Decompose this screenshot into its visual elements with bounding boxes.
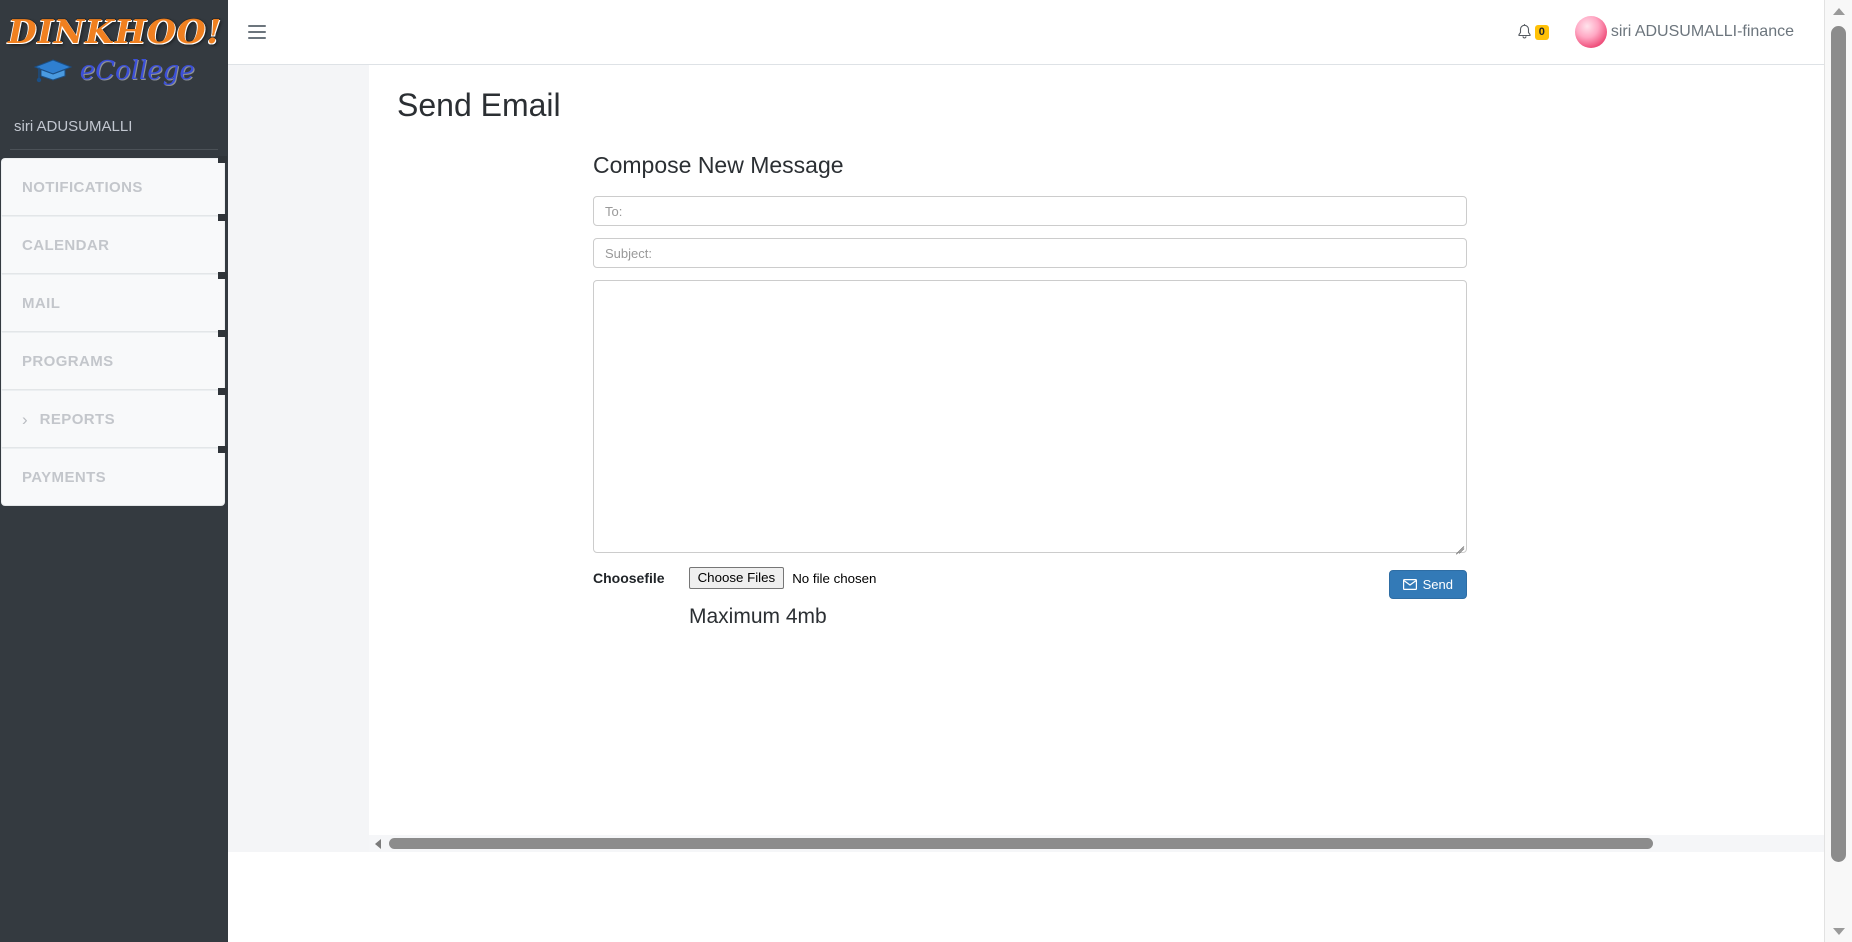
nav-notch <box>218 330 227 337</box>
sidebar-item-label: PAYMENTS <box>22 468 107 486</box>
sidebar-item-reports[interactable]: › REPORTS <box>1 388 227 448</box>
send-button[interactable]: Send <box>1388 569 1467 599</box>
sidebar-item-payments[interactable]: PAYMENTS <box>1 446 227 506</box>
app-logo[interactable]: DINKHOO! eCollege <box>0 0 228 112</box>
vertical-scrollbar[interactable] <box>1824 0 1852 942</box>
sidebar-nav: NOTIFICATIONS CALENDAR MAIL PROGRAMS › R… <box>0 156 228 506</box>
top-header: 0 siri ADUSUMALLI-finance <box>228 0 1824 65</box>
sidebar-item-mail[interactable]: MAIL <box>1 272 227 332</box>
resize-handle-icon[interactable] <box>1452 538 1465 555</box>
horizontal-scrollbar[interactable] <box>369 835 1835 852</box>
attachment-row: Choosefile Choose Files No file chosen S… <box>593 565 1467 599</box>
file-chosen-status: No file chosen <box>792 570 877 586</box>
content-background: Send Email Compose New Message Choosefil… <box>228 65 1835 942</box>
choose-files-button[interactable]: Choose Files <box>688 567 785 589</box>
sidebar-item-programs[interactable]: PROGRAMS <box>1 330 227 390</box>
envelope-icon <box>1402 578 1417 590</box>
sidebar-item-label: CALENDAR <box>22 236 110 254</box>
chevron-right-icon: › <box>22 409 28 429</box>
message-textarea[interactable] <box>593 280 1467 555</box>
logo-secondary-row: eCollege <box>8 56 220 86</box>
scroll-up-arrow-icon[interactable] <box>1825 0 1852 22</box>
hamburger-line <box>248 37 266 39</box>
sidebar-user-name: siri ADUSUMALLI <box>14 118 133 135</box>
vscroll-thumb[interactable] <box>1831 26 1846 862</box>
sidebar-divider <box>10 149 218 150</box>
nav-notch <box>218 446 227 453</box>
notification-count-badge: 0 <box>1534 24 1549 40</box>
sidebar-item-label: PROGRAMS <box>22 352 114 370</box>
logo-primary-text: DINKHOO! <box>7 11 223 52</box>
hamburger-icon[interactable] <box>246 17 268 47</box>
hscroll-track[interactable] <box>386 835 1818 852</box>
send-button-label: Send <box>1422 576 1453 592</box>
page-title: Send Email <box>397 87 561 123</box>
scroll-left-arrow-icon[interactable] <box>369 835 386 852</box>
sidebar-item-label: REPORTS <box>39 410 115 428</box>
sidebar: DINKHOO! eCollege siri ADUSUMALLI NOTIFI… <box>0 0 228 942</box>
subject-input[interactable] <box>593 238 1467 268</box>
content-panel: Send Email Compose New Message Choosefil… <box>369 65 1835 852</box>
scroll-down-arrow-icon[interactable] <box>1825 920 1852 942</box>
nav-notch <box>218 388 227 395</box>
compose-heading: Compose New Message <box>593 152 844 178</box>
bell-icon <box>1518 24 1531 39</box>
avatar[interactable] <box>1574 16 1607 48</box>
logo-secondary-text: eCollege <box>79 56 195 86</box>
sidebar-item-notifications[interactable]: NOTIFICATIONS <box>1 156 227 216</box>
app-root: DINKHOO! eCollege siri ADUSUMALLI NOTIFI… <box>0 0 1852 942</box>
page-bottom-area <box>228 852 1824 942</box>
nav-notch <box>218 272 227 279</box>
hamburger-line <box>248 25 266 27</box>
compose-form: Compose New Message Choosefile Choose Fi… <box>369 124 1835 629</box>
nav-notch <box>218 156 227 163</box>
nav-notch <box>218 214 227 221</box>
sidebar-item-label: NOTIFICATIONS <box>22 178 143 196</box>
graduation-cap-icon <box>33 59 73 83</box>
user-menu-label[interactable]: siri ADUSUMALLI-finance <box>1593 23 1794 41</box>
hscroll-thumb[interactable] <box>389 838 1653 849</box>
notifications-button[interactable]: 0 <box>1516 23 1549 41</box>
hamburger-line <box>248 31 266 33</box>
header-actions: 0 siri ADUSUMALLI-finance <box>1516 16 1824 48</box>
choose-file-label: Choosefile <box>593 570 665 586</box>
sidebar-item-label: MAIL <box>22 294 61 312</box>
to-input[interactable] <box>593 196 1467 226</box>
max-size-note: Maximum 4mb <box>689 605 827 628</box>
sidebar-item-calendar[interactable]: CALENDAR <box>1 214 227 274</box>
